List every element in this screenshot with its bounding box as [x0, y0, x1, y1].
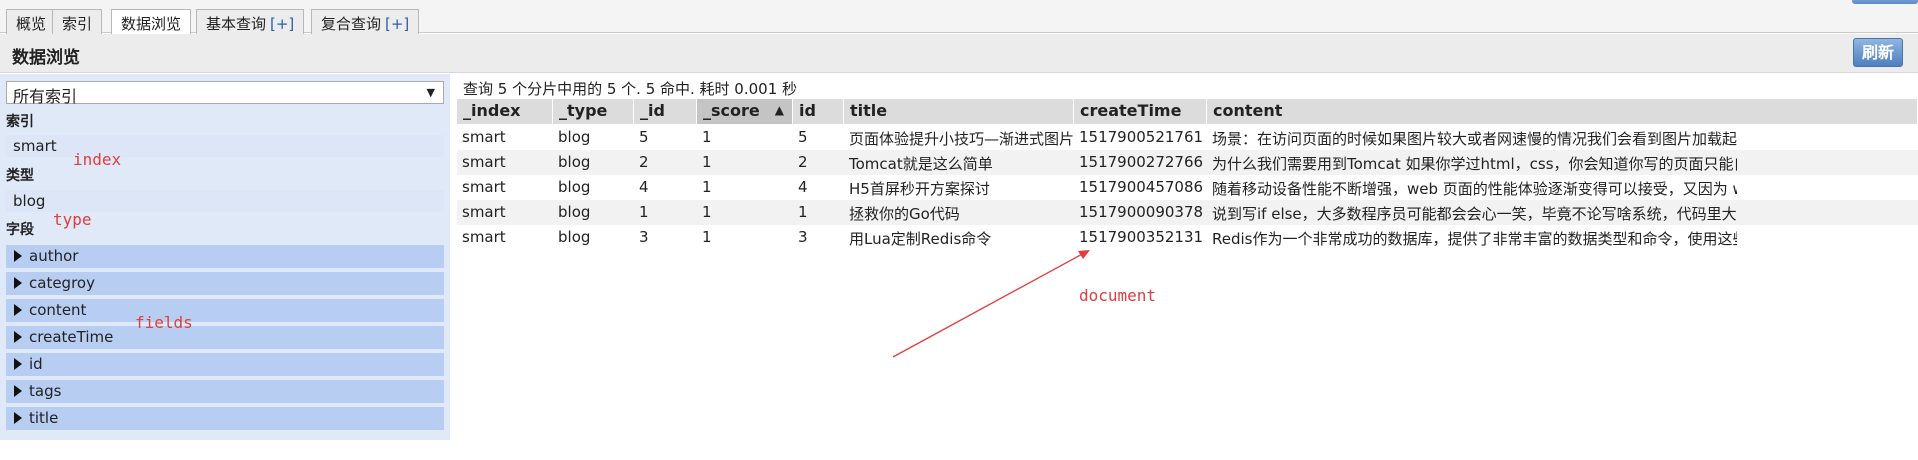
- arrow-head-icon: [1078, 250, 1090, 259]
- annotation-arrow: [892, 250, 1090, 358]
- arrow-line: [892, 251, 1087, 358]
